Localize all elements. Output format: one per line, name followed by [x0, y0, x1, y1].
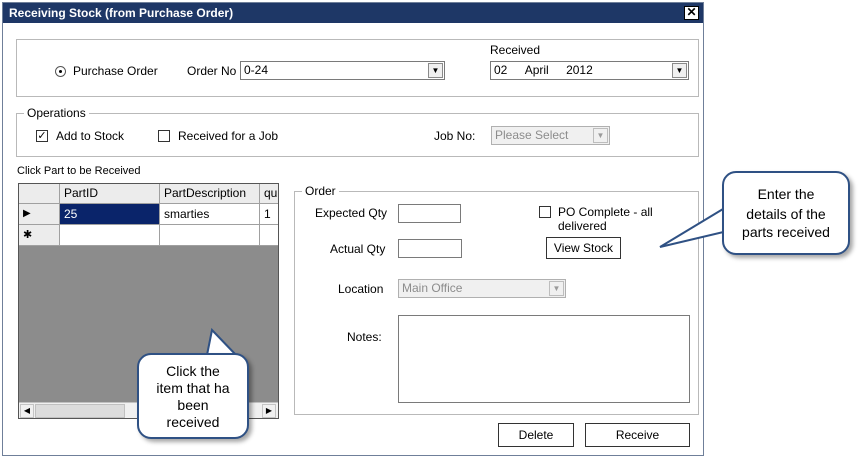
new-row-qty[interactable]	[260, 225, 278, 246]
chevron-down-icon[interactable]: ▼	[428, 63, 443, 78]
table-row-qty[interactable]: 1	[260, 204, 278, 225]
scroll-thumb[interactable]	[35, 404, 125, 418]
column-header-partid[interactable]: PartID	[60, 184, 160, 204]
purchase-order-radio[interactable]	[55, 66, 66, 77]
received-for-job-label: Received for a Job	[178, 129, 279, 143]
order-no-dropdown[interactable]: 0-24 ▼	[240, 61, 445, 80]
scroll-left-icon[interactable]: ◀	[20, 404, 34, 418]
purchase-order-label: Purchase Order	[73, 64, 158, 78]
callout-enter-details: Enter the details of the parts received	[722, 171, 850, 255]
job-no-dropdown[interactable]: Please Select ▼	[491, 126, 610, 145]
add-to-stock-checkbox[interactable]: ✓	[36, 130, 48, 142]
received-day: 02	[494, 63, 508, 77]
order-no-label: Order No	[187, 64, 237, 78]
actual-qty-label: Actual Qty	[330, 242, 386, 256]
received-year: 2012	[566, 63, 593, 77]
order-legend: Order	[302, 184, 339, 198]
po-complete-checkbox[interactable]	[539, 206, 551, 218]
received-month: April	[524, 63, 549, 77]
title-bar: Receiving Stock (from Purchase Order) ✕	[3, 3, 703, 23]
radio-selected-dot	[59, 70, 62, 73]
asterisk-icon[interactable]: ✱	[19, 225, 60, 246]
triangle-right-icon[interactable]: ▶	[19, 204, 60, 225]
location-value: Main Office	[402, 281, 463, 295]
order-no-value: 0-24	[244, 63, 269, 77]
callout-left-line-1: Click the	[166, 363, 220, 379]
callout-right-line-3: parts received	[742, 224, 830, 240]
chevron-down-icon[interactable]: ▼	[672, 63, 687, 78]
expected-qty-label: Expected Qty	[315, 206, 388, 220]
location-dropdown[interactable]: Main Office ▼	[398, 279, 566, 298]
received-for-job-checkbox[interactable]	[158, 130, 170, 142]
notes-label: Notes:	[347, 330, 382, 344]
callout-left-line-2: item that ha	[156, 380, 230, 396]
location-label: Location	[338, 282, 384, 296]
view-stock-button[interactable]: View Stock	[546, 237, 621, 259]
job-no-label: Job No:	[434, 129, 476, 143]
table-row-partid[interactable]: 25	[60, 204, 160, 225]
window-title: Receiving Stock (from Purchase Order)	[9, 6, 234, 20]
job-no-placeholder: Please Select	[495, 128, 569, 142]
expected-qty-input[interactable]	[398, 204, 461, 223]
callout-right-line-2: details of the	[746, 206, 826, 222]
callout-left-line-3: been	[177, 397, 209, 413]
actual-qty-input[interactable]	[398, 239, 462, 258]
received-label: Received	[490, 43, 541, 57]
chevron-down-icon[interactable]: ▼	[593, 128, 608, 143]
column-header-qty[interactable]: qu	[260, 184, 278, 204]
new-row-partid[interactable]	[60, 225, 160, 246]
add-to-stock-label: Add to Stock	[56, 129, 125, 143]
column-header-partdescription[interactable]: PartDescription	[160, 184, 260, 204]
parts-caption: Click Part to be Received	[17, 165, 141, 177]
received-date-picker[interactable]: 02 April 2012 ▼	[490, 61, 689, 80]
new-row-description[interactable]	[160, 225, 260, 246]
scroll-right-icon[interactable]: ▶	[262, 404, 276, 418]
receiving-stock-window: Receiving Stock (from Purchase Order) ✕ …	[2, 2, 704, 456]
receive-button[interactable]: Receive	[585, 423, 690, 447]
chevron-down-icon[interactable]: ▼	[549, 281, 564, 296]
table-row-description[interactable]: smarties	[160, 204, 260, 225]
notes-textarea[interactable]	[398, 315, 690, 403]
grid-corner	[19, 184, 60, 204]
callout-right-line-1: Enter the	[757, 186, 815, 202]
callout-click-item: Click the item that ha been received	[137, 353, 249, 439]
operations-legend: Operations	[24, 106, 89, 120]
delete-button[interactable]: Delete	[498, 423, 574, 447]
close-icon[interactable]: ✕	[684, 6, 699, 20]
callout-left-line-4: received	[166, 414, 220, 430]
